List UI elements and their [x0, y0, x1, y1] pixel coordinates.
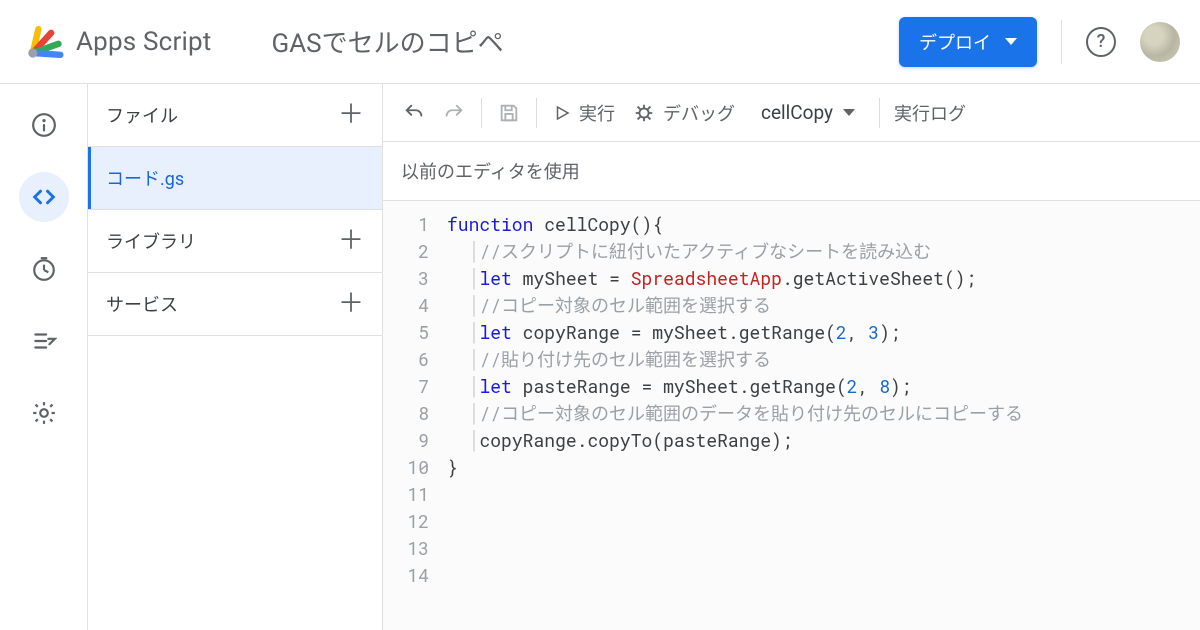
help-icon[interactable]: ? [1086, 27, 1116, 57]
dropdown-icon [1005, 38, 1017, 45]
execution-log-button[interactable]: 実行ログ [894, 100, 966, 126]
apps-script-logo-icon [20, 20, 64, 64]
rail-triggers-icon[interactable] [19, 244, 69, 294]
services-section-header: サービス ＋ [88, 273, 382, 336]
files-section-header: ファイル ＋ [88, 84, 382, 147]
rail-overview-icon[interactable] [19, 100, 69, 150]
run-button[interactable]: 実行 [551, 96, 617, 130]
services-label: サービス [106, 291, 178, 317]
add-file-icon[interactable]: ＋ [338, 102, 364, 128]
brand-name: Apps Script [76, 27, 212, 57]
add-library-icon[interactable]: ＋ [338, 228, 364, 254]
rail-executions-icon[interactable] [19, 316, 69, 366]
divider [879, 98, 880, 128]
debug-label: デバッグ [663, 100, 735, 126]
account-avatar[interactable] [1140, 22, 1180, 62]
redo-icon[interactable] [441, 98, 467, 128]
libraries-label: ライブラリ [106, 228, 196, 254]
line-gutter: 1234567891011121314 [383, 211, 441, 630]
libraries-section-header: ライブラリ ＋ [88, 210, 382, 273]
deploy-button-label: デプロイ [919, 29, 991, 55]
left-rail [0, 84, 88, 630]
toolbar: 実行 デバッグ cellCopy 実行ログ [383, 84, 1200, 142]
deploy-button[interactable]: デプロイ [899, 17, 1037, 67]
main: ファイル ＋ コード.gs ライブラリ ＋ サービス ＋ [0, 84, 1200, 630]
rail-editor-icon[interactable] [19, 172, 69, 222]
code-editor[interactable]: 1234567891011121314 function cellCopy(){… [383, 201, 1200, 630]
run-label: 実行 [579, 100, 615, 126]
save-icon[interactable] [496, 98, 522, 128]
header-right: デプロイ ? [899, 17, 1180, 67]
logo-cluster: Apps Script [20, 20, 212, 64]
divider [1061, 20, 1062, 64]
project-title[interactable]: GASでセルのコピペ [272, 23, 504, 60]
header: Apps Script GASでセルのコピペ デプロイ ? [0, 0, 1200, 84]
debug-button[interactable]: デバッグ [631, 96, 737, 130]
editor-column: 実行 デバッグ cellCopy 実行ログ 以前のエディタを使用 1234567… [383, 84, 1200, 630]
function-name: cellCopy [761, 101, 833, 124]
divider [536, 98, 537, 128]
use-old-editor-link[interactable]: 以前のエディタを使用 [383, 142, 1200, 201]
function-select[interactable]: cellCopy [761, 101, 855, 124]
file-item[interactable]: コード.gs [88, 147, 382, 210]
add-service-icon[interactable]: ＋ [338, 291, 364, 317]
dropdown-icon [843, 109, 855, 116]
file-pane: ファイル ＋ コード.gs ライブラリ ＋ サービス ＋ [88, 84, 383, 630]
code-content[interactable]: function cellCopy(){ │//スクリプトに紐付いたアクティブな… [441, 211, 1200, 630]
divider [481, 98, 482, 128]
undo-icon[interactable] [401, 98, 427, 128]
files-label: ファイル [106, 102, 178, 128]
rail-settings-icon[interactable] [19, 388, 69, 438]
